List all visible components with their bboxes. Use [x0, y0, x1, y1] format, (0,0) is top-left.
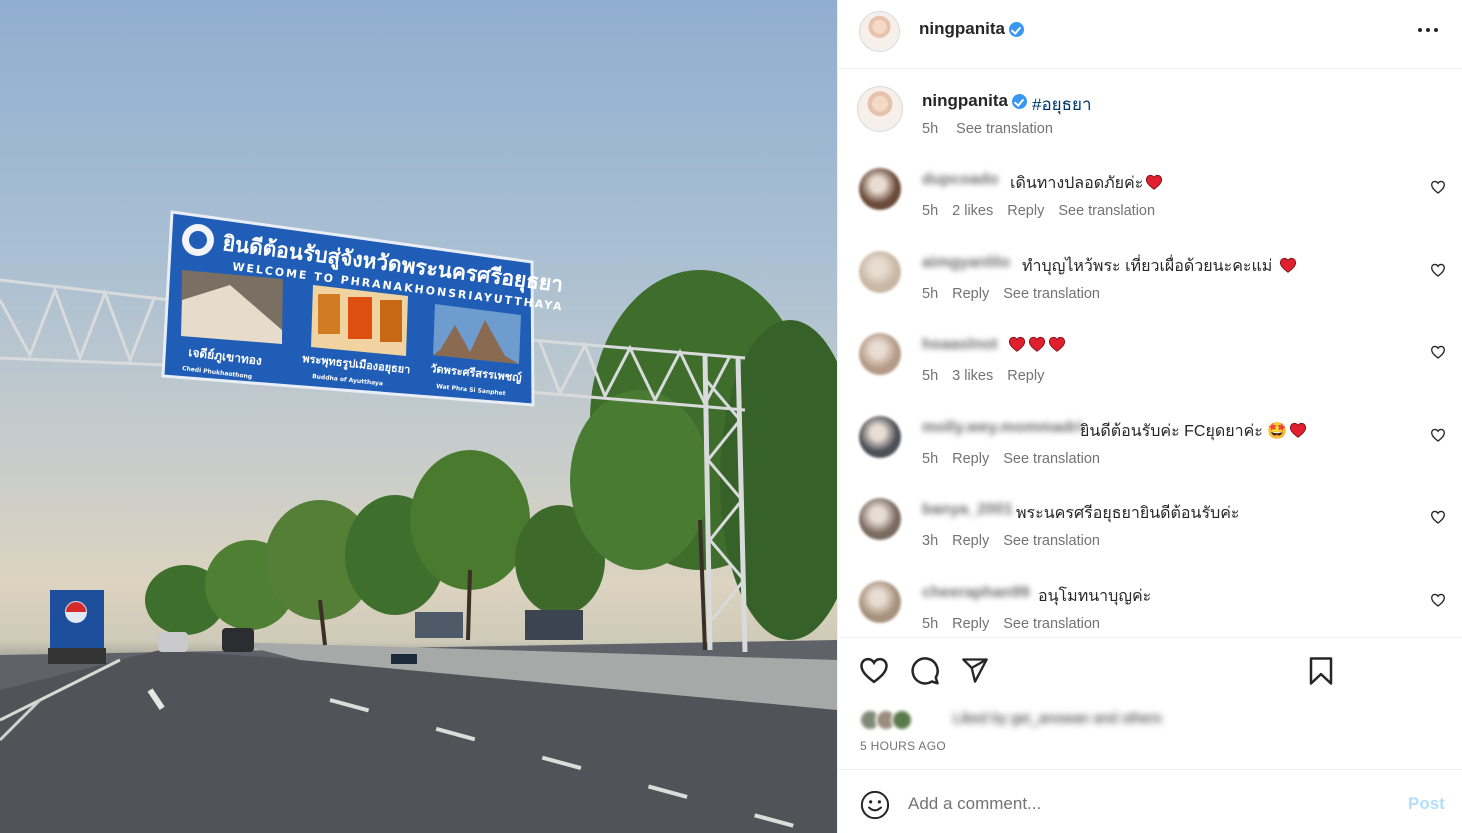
comment-time: 5h	[922, 285, 939, 302]
comment-see-translation[interactable]: See translation	[1058, 203, 1155, 219]
caption-author-username[interactable]: ningpanita	[922, 91, 1008, 111]
comment-like-heart-icon[interactable]	[1430, 344, 1446, 360]
comment-meta: 5h Reply See translation	[922, 451, 1114, 467]
author-username[interactable]: ningpanita	[919, 19, 1005, 39]
post-header: ningpanita	[838, 0, 1462, 69]
comment-like-heart-icon[interactable]	[1430, 427, 1446, 443]
comment-time: 5h	[922, 450, 939, 467]
comment-text-body: ยินดีต้อนรับค่ะ FCยุดยาค่ะ 🤩	[1080, 422, 1288, 440]
liked-by-row[interactable]: Liked by gei_anowan and others	[859, 709, 1179, 731]
comment-text: ยินดีต้อนรับค่ะ FCยุดยาค่ะ 🤩	[1080, 419, 1307, 444]
comment-reply-button[interactable]: Reply	[1007, 203, 1044, 219]
comment-like-heart-icon[interactable]	[1430, 179, 1446, 195]
red-heart-emoji-icon	[1146, 174, 1163, 190]
red-heart-emoji-icon	[1048, 337, 1066, 353]
caption-author-avatar[interactable]	[857, 86, 903, 132]
comment-text	[1006, 336, 1066, 355]
comment-text-body: พระนครศรีอยุธยายินดีต้อนรับค่ะ	[1016, 505, 1240, 523]
comment-like-heart-icon[interactable]	[1430, 592, 1446, 608]
comment-username[interactable]: aimgyanlilo	[922, 254, 1010, 272]
comment-text: พระนครศรีอยุธยายินดีต้อนรับค่ะ	[1016, 501, 1240, 526]
comment-see-translation[interactable]: See translation	[1003, 533, 1100, 549]
comment-username[interactable]: molly.wey.mommadri	[922, 419, 1082, 437]
red-heart-emoji-icon	[1290, 422, 1307, 438]
comment-text-body: อนุโมทนาบุญค่ะ	[1038, 588, 1152, 605]
comment-time: 5h	[922, 368, 939, 385]
comment-see-translation[interactable]: See translation	[1003, 286, 1100, 302]
comment-meta: 5h 3 likes Reply	[922, 368, 1058, 384]
comment-text-body: ทำบุญไหว้พระ เที่ยวเผื่อด้วยนะคะแม่	[1022, 257, 1277, 275]
comment-reply-button[interactable]: Reply	[1007, 368, 1044, 384]
liked-by-text[interactable]: Liked by gei_anowan and others	[953, 711, 1162, 727]
post-comment-button[interactable]: Post	[1408, 794, 1445, 814]
comment-likes-count[interactable]: 2 likes	[952, 203, 993, 219]
share-send-icon[interactable]	[960, 656, 990, 684]
comment-text-body: เดินทางปลอดภัยค่ะ	[1010, 175, 1144, 192]
caption-time: 5h	[922, 121, 939, 137]
comment-username[interactable]: hoaaslnot	[922, 336, 998, 354]
comment-meta: 5h Reply See translation	[922, 286, 1114, 302]
comment-meta: 5h Reply See translation	[922, 616, 1114, 632]
photo-scene: ยินดีต้อนรับสู่จังหวัดพระนครศรีอยุธยา WE…	[0, 210, 837, 833]
comment-meta: 3h Reply See translation	[922, 533, 1114, 549]
save-bookmark-icon[interactable]	[1308, 656, 1334, 686]
comment-username[interactable]: dupcoado	[922, 171, 998, 189]
comment-avatar[interactable]	[859, 581, 901, 623]
comment-see-translation[interactable]: See translation	[1003, 451, 1100, 467]
comment-username[interactable]: cheeraphan99	[922, 584, 1030, 602]
comment-text: ทำบุญไหว้พระ เที่ยวเผื่อด้วยนะคะแม่	[1022, 254, 1297, 279]
red-heart-emoji-icon	[1008, 337, 1026, 353]
comment-username[interactable]: banya_2001	[922, 501, 1013, 519]
emoji-smiley-icon[interactable]	[860, 790, 890, 820]
comment-time: 3h	[922, 533, 939, 550]
comment-time: 5h	[922, 616, 939, 632]
comment-avatar[interactable]	[859, 250, 901, 293]
comment-avatar[interactable]	[859, 168, 901, 210]
comment-see-translation[interactable]: See translation	[1003, 616, 1100, 632]
comment-like-heart-icon[interactable]	[1430, 509, 1446, 525]
post-time-ago[interactable]: 5 HOURS AGO	[860, 739, 946, 753]
comment-bubble-icon[interactable]	[910, 656, 940, 686]
caption-see-translation[interactable]: See translation	[956, 121, 1053, 137]
comment-likes-count[interactable]: 3 likes	[952, 368, 993, 384]
comment-reply-button[interactable]: Reply	[952, 533, 989, 549]
comment-composer: Post	[838, 769, 1462, 833]
comment-text: อนุโมทนาบุญค่ะ	[1038, 584, 1151, 609]
comment-avatar[interactable]	[859, 415, 901, 458]
comment-avatar[interactable]	[859, 498, 901, 541]
comment-meta: 5h 2 likes Reply See translation	[922, 203, 1169, 219]
like-heart-icon[interactable]	[859, 656, 889, 684]
red-heart-emoji-icon	[1028, 337, 1046, 353]
author-avatar[interactable]	[859, 11, 900, 52]
comment-reply-button[interactable]: Reply	[952, 286, 989, 302]
more-options-icon[interactable]	[1418, 26, 1440, 34]
verified-badge-icon	[1009, 22, 1024, 37]
caption-hashtag[interactable]: #อยุธยา	[1032, 91, 1092, 118]
caption-meta: 5h See translation	[922, 121, 1067, 137]
liker-avatar	[891, 709, 913, 731]
comment-reply-button[interactable]: Reply	[952, 451, 989, 467]
post-photo[interactable]: ยินดีต้อนรับสู่จังหวัดพระนครศรีอยุธยา WE…	[0, 0, 837, 833]
comment-avatar[interactable]	[859, 333, 901, 376]
caption-verified-badge-icon	[1012, 94, 1027, 109]
add-comment-input[interactable]	[908, 788, 1388, 820]
red-heart-emoji-icon	[1279, 257, 1296, 273]
comment-text: เดินทางปลอดภัยค่ะ	[1010, 171, 1163, 196]
post-sidebar: ningpanita ningpanita #อยุธยา 5h See tra…	[837, 0, 1462, 833]
comment-time: 5h	[922, 203, 939, 219]
welcome-sign: ยินดีต้อนรับสู่จังหวัดพระนครศรีอยุธยา WE…	[161, 210, 564, 407]
comment-like-heart-icon[interactable]	[1430, 262, 1446, 278]
comment-reply-button[interactable]: Reply	[952, 616, 989, 632]
